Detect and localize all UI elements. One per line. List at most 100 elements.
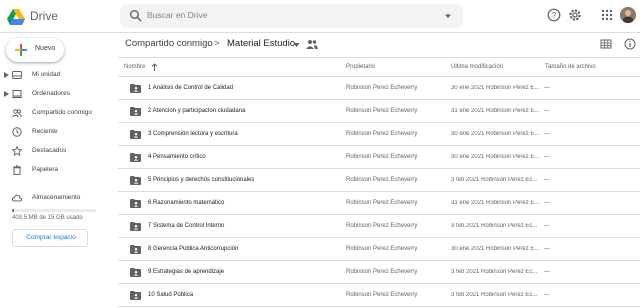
file-size: — <box>544 131 550 137</box>
file-name: 6 Razonamiento matemático <box>148 200 225 206</box>
table-row[interactable]: 8 Gerencia Publica Anticorrupción Robins… <box>118 238 640 261</box>
file-size: — <box>544 177 550 183</box>
table-row[interactable]: 3 Comprensión lectora y escritura Robins… <box>118 123 640 146</box>
sidebar-item-shared[interactable]: Compartido conmigo <box>0 105 116 121</box>
sidebar-item-storage[interactable]: Almacenamiento <box>0 190 116 206</box>
file-modified: 30 ene 2021 Robinson Perez E... <box>451 246 540 252</box>
computers-icon <box>12 90 22 99</box>
file-modified: 3 feb 2021 Robinson Perez Ec... <box>451 292 538 298</box>
storage-progress-fill <box>12 209 15 212</box>
star-icon <box>12 146 22 156</box>
file-size: — <box>544 200 550 206</box>
search-input[interactable]: Buscar en Drive <box>147 10 207 20</box>
sidebar-item-label: Ordenadores <box>32 90 70 97</box>
my-drive-icon <box>12 71 22 79</box>
file-modified: 31 ene 2021 Robinson Perez E... <box>451 200 540 206</box>
shared-folder-icon <box>130 268 141 277</box>
trash-icon <box>13 165 21 175</box>
drive-logo[interactable] <box>7 9 25 25</box>
file-modified: 3 feb 2021 Robinson Perez Ec... <box>451 223 538 229</box>
settings-icon[interactable] <box>568 8 582 22</box>
file-name: 2 Atencion y participacion ciudadana <box>148 108 246 114</box>
file-owner: Robinson Perez Echeverry <box>346 292 418 298</box>
search-bar[interactable]: Buscar en Drive <box>120 4 463 28</box>
column-header-owner: Propietario <box>346 64 376 70</box>
clock-icon <box>12 127 22 137</box>
sort-ascending-icon[interactable] <box>151 63 158 71</box>
file-owner: Robinson Perez Echeverry <box>346 131 418 137</box>
file-name: 4 Pensamiento crítico <box>148 154 206 160</box>
svg-text:?: ? <box>552 11 557 20</box>
shared-folder-icon <box>130 176 141 185</box>
sidebar-item-my-drive[interactable]: Mi unidad <box>0 67 116 83</box>
file-owner: Robinson Perez Echeverry <box>346 85 418 91</box>
search-icon[interactable] <box>129 9 143 23</box>
sidebar-item-label: Mi unidad <box>32 71 61 78</box>
sidebar-item-label: Reciente <box>32 128 58 135</box>
search-options-icon[interactable] <box>443 11 453 21</box>
expand-arrow-icon[interactable] <box>4 91 9 97</box>
plus-icon <box>15 44 27 56</box>
app-name[interactable]: Drive <box>30 9 58 23</box>
column-header-modified[interactable]: Última modificación <box>451 64 503 70</box>
file-modified: 3 feb 2021 Robinson Perez Ec... <box>451 269 538 275</box>
column-header-size: Tamaño de archivo <box>545 64 596 70</box>
shared-folder-icon <box>130 153 141 162</box>
breadcrumb-root[interactable]: Compartido conmigo <box>125 38 213 49</box>
table-row[interactable]: 6 Razonamiento matemático Robinson Perez… <box>118 192 640 215</box>
sidebar-item-label: Compartido conmigo <box>32 109 92 116</box>
shared-folder-people-icon <box>306 40 318 49</box>
info-icon[interactable] <box>624 38 636 50</box>
table-row[interactable]: 9 Estrategias de aprendizaje Robinson Pe… <box>118 261 640 284</box>
cloud-icon <box>12 194 22 202</box>
sidebar-item-label: Destacados <box>32 147 67 154</box>
storage-usage-text: 403,5 MB de 15 GB usado <box>12 215 83 221</box>
shared-folder-icon <box>130 84 141 93</box>
table-row[interactable]: 2 Atencion y participacion ciudadana Rob… <box>118 100 640 123</box>
file-name: 1 Análisis de Control de Calidad <box>148 85 234 91</box>
file-name: 10 Salud Pública <box>148 292 194 298</box>
shared-icon <box>12 109 22 118</box>
sidebar-item-computers[interactable]: Ordenadores <box>0 86 116 102</box>
shared-folder-icon <box>130 245 141 254</box>
chevron-down-icon[interactable] <box>293 42 300 48</box>
new-button-label: Nuevo <box>35 45 56 52</box>
file-name: 9 Estrategias de aprendizaje <box>148 269 225 275</box>
shared-folder-icon <box>130 199 141 208</box>
shared-folder-icon <box>130 291 141 300</box>
file-size: — <box>544 269 550 275</box>
apps-grid-icon[interactable] <box>600 8 614 22</box>
table-row[interactable]: 10 Salud Pública Robinson Perez Echeverr… <box>118 284 640 307</box>
buy-storage-button[interactable]: Comprar espacio <box>12 229 88 247</box>
file-owner: Robinson Perez Echeverry <box>346 200 418 206</box>
file-owner: Robinson Perez Echeverry <box>346 177 418 183</box>
file-modified: 30 ene 2021 Robinson Perez E... <box>451 131 540 137</box>
file-name: 3 Comprensión lectora y escritura <box>148 131 238 137</box>
shared-folder-icon <box>130 107 141 116</box>
column-header-name[interactable]: Nombre <box>124 64 145 70</box>
new-button[interactable]: Nuevo <box>6 38 64 62</box>
file-modified: 3 feb 2021 Robinson Perez Ec... <box>451 177 538 183</box>
table-row[interactable]: 4 Pensamiento crítico Robinson Perez Ech… <box>118 146 640 169</box>
account-avatar[interactable] <box>620 7 636 23</box>
help-icon[interactable]: ? <box>547 8 561 22</box>
breadcrumb-current[interactable]: Material Estudio <box>227 38 295 49</box>
toolbar-divider <box>118 57 640 58</box>
sidebar-item-label: Papelera <box>32 166 59 173</box>
file-size: — <box>544 108 550 114</box>
file-size: — <box>544 246 550 252</box>
file-owner: Robinson Perez Echeverry <box>346 154 418 160</box>
table-row[interactable]: 1 Análisis de Control de Calidad Robinso… <box>118 77 640 100</box>
table-row[interactable]: 7 Sistema de Control Interno Robinson Pe… <box>118 215 640 238</box>
table-row[interactable]: 5 Principios y derechos constitucionales… <box>118 169 640 192</box>
file-owner: Robinson Perez Echeverry <box>346 223 418 229</box>
sidebar-item-trash[interactable]: Papelera <box>0 162 116 178</box>
expand-arrow-icon[interactable] <box>4 72 9 78</box>
breadcrumb-separator: > <box>214 38 220 49</box>
file-size: — <box>544 223 550 229</box>
grid-view-icon[interactable] <box>600 38 612 50</box>
shared-folder-icon <box>130 130 141 139</box>
sidebar-item-starred[interactable]: Destacados <box>0 143 116 159</box>
file-owner: Robinson Perez Echeverry <box>346 269 418 275</box>
sidebar-item-recent[interactable]: Reciente <box>0 124 116 140</box>
